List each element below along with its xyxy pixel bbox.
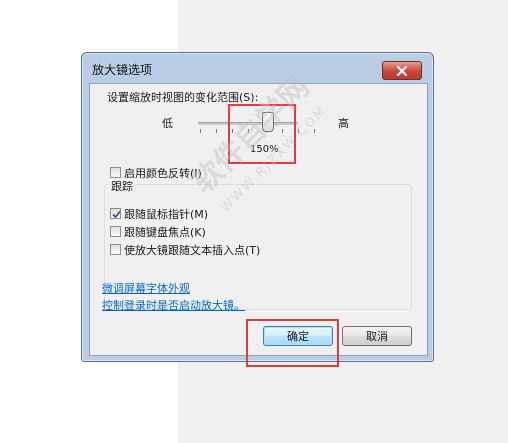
cancel-button[interactable]: 取消 [342,326,412,346]
slider-low-label: 低 [162,117,173,130]
fine-tune-font-link[interactable]: 微调屏幕字体外观 [102,280,190,296]
logon-magnifier-link[interactable]: 控制登录时是否启动放大镜。 [102,297,245,313]
highlight-box-ok [246,319,339,367]
dialog-title: 放大镜选项 [92,63,153,77]
slider-high-label: 高 [338,117,349,130]
zoom-range-label: 设置缩放时视图的变化范围(S): [107,91,259,104]
follow-text-insertion-label[interactable]: 使放大镜跟随文本插入点(T) [124,242,260,258]
close-icon [396,65,408,76]
slider-tick [200,129,201,133]
title-bar: 放大镜选项 [82,53,433,81]
follow-mouse-checkbox[interactable] [110,208,121,219]
follow-keyboard-checkbox[interactable] [110,226,121,237]
follow-keyboard-label[interactable]: 跟随键盘焦点(K) [124,224,206,240]
cancel-button-label: 取消 [366,330,388,343]
tracking-group-title: 跟踪 [108,178,136,194]
invert-colors-checkbox[interactable] [110,167,121,178]
close-button[interactable] [382,61,422,80]
checkmark-icon [112,210,121,219]
follow-text-insertion-checkbox[interactable] [110,244,121,255]
follow-mouse-label[interactable]: 跟随鼠标指针(M) [124,206,208,222]
